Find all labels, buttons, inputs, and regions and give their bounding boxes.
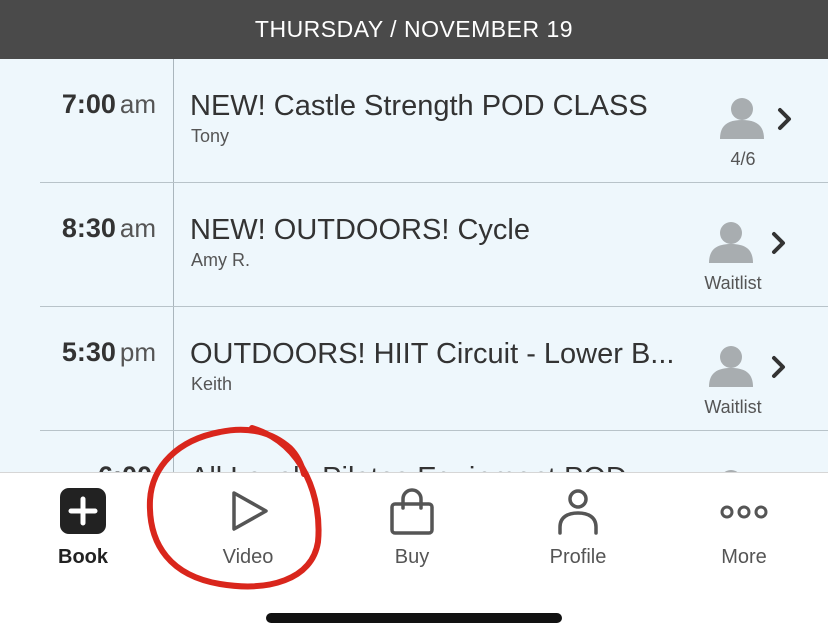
- home-indicator[interactable]: [266, 613, 562, 623]
- attendee-person-icon: [720, 98, 764, 139]
- chevron-right-icon[interactable]: [771, 355, 787, 379]
- class-time-ampm: am: [119, 89, 156, 119]
- tab-profile[interactable]: Profile: [518, 473, 638, 583]
- attendee-person-icon: [709, 346, 753, 387]
- tab-label: Video: [222, 546, 274, 568]
- class-row[interactable]: 8:30 am NEW! OUTDOORS! Cycle Amy R. Waitl…: [0, 183, 828, 307]
- chevron-right-icon[interactable]: [771, 231, 787, 255]
- tab-buy[interactable]: Buy: [352, 473, 472, 583]
- tab-label: Buy: [394, 546, 430, 568]
- attendee-person-icon: [709, 222, 753, 263]
- chevron-right-icon[interactable]: [777, 107, 793, 131]
- play-icon: [232, 491, 268, 531]
- class-time-value: 6:00: [98, 461, 152, 472]
- tab-video[interactable]: Video: [188, 473, 308, 583]
- shopping-bag-icon: [390, 488, 434, 535]
- tab-label: More: [721, 546, 767, 568]
- class-time-value: 5:30: [61, 337, 116, 367]
- class-row[interactable]: 5:30 pm OUTDOORS! HIIT Circuit - Lower B.…: [0, 307, 828, 431]
- class-time-ampm: am: [119, 213, 156, 243]
- class-title: NEW! OUTDOORS! Cycle: [190, 214, 530, 246]
- class-title: OUTDOORS! HIIT Circuit - Lower B...: [190, 338, 675, 370]
- class-time: 7:00 am: [62, 89, 156, 120]
- class-capacity: 4/6: [730, 149, 756, 169]
- class-waitlist: Waitlist: [704, 397, 762, 417]
- class-time-ampm: pm: [119, 337, 156, 367]
- more-dots-icon: [720, 505, 768, 519]
- class-list[interactable]: 7:00 am NEW! Castle Strength POD CLASS To…: [0, 59, 828, 472]
- class-time: 5:30 pm: [62, 337, 156, 368]
- tab-label: Book: [58, 546, 108, 568]
- class-title: NEW! Castle Strength POD CLASS: [190, 90, 648, 122]
- class-time-value: 7:00: [61, 89, 116, 119]
- class-instructor: Amy R.: [191, 250, 251, 270]
- class-row[interactable]: 6:00 All Levels Pilates Equipment POD: [0, 431, 828, 472]
- class-instructor: Keith: [191, 374, 233, 394]
- class-waitlist: Waitlist: [704, 273, 762, 293]
- class-instructor: Tony: [191, 126, 230, 146]
- plus-square-icon: [60, 488, 106, 534]
- tab-book[interactable]: Book: [23, 473, 143, 583]
- tab-more[interactable]: More: [684, 473, 804, 583]
- tab-label: Profile: [549, 546, 607, 568]
- class-title: All Levels Pilates Equipment POD: [190, 462, 627, 472]
- person-icon: [558, 489, 598, 535]
- class-time-value: 8:30: [61, 213, 116, 243]
- class-time: 6:00: [98, 461, 156, 472]
- class-row[interactable]: 7:00 am NEW! Castle Strength POD CLASS To…: [0, 59, 828, 183]
- date-header: THURSDAY / NOVEMBER 19: [0, 0, 828, 59]
- date-header-text: THURSDAY / NOVEMBER 19: [254, 16, 574, 42]
- class-time: 8:30 am: [62, 213, 156, 244]
